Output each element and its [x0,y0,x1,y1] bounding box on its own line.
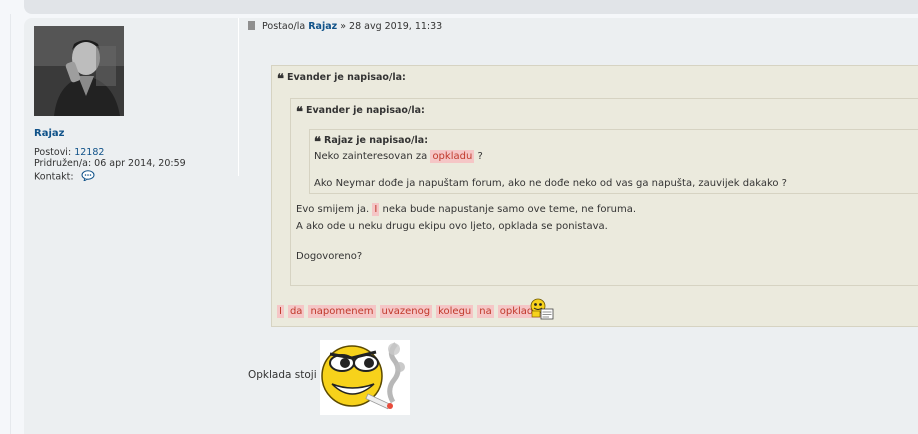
quote-icon: ❝ [314,135,321,150]
highlight-word: uvazenog [379,305,433,318]
previous-post-edge [24,0,918,14]
highlight-word: kolegu [436,305,474,318]
contact-line: Kontakt: [34,170,95,184]
profile-divider [238,18,239,176]
avatar[interactable] [34,26,124,116]
quote-inner-line1: Neko zainteresovan za opkladu ? [314,150,483,163]
smoking-smiley-icon [320,340,410,415]
post-date: » 28 avg 2019, 11:33 [340,21,443,32]
posts-count-link[interactable]: 12182 [74,147,104,158]
quote-middle: ❝ Evander je napisao/la: ❝ Rajaz je napisa… [290,98,918,286]
chat-bubble-icon[interactable] [81,170,95,184]
joined-label: Pridružen/a: [34,158,92,169]
quote-icon: ❝ [296,105,303,120]
quote-outer: ❝ Evander je napisao/la: ❝ Evander je napi… [271,65,918,327]
highlight-word: napomenem [308,305,376,318]
author-link[interactable]: Rajaz [308,21,337,32]
reply-text: Opklada stoji [248,369,317,381]
quote-icon: ❝ [277,72,284,87]
quote-middle-line3: Dogovoreno? [296,251,363,262]
joined-line: Pridružen/a: 06 apr 2014, 20:59 [34,158,186,169]
username[interactable]: Rajaz [34,128,64,139]
post-author-line: Postao/la Rajaz » 28 avg 2019, 11:33 [248,21,442,32]
quote-middle-line2: A ako ode u neku drugu ekipu ovo ljeto, … [296,221,608,232]
highlight-word: da [287,305,305,318]
page-border [10,14,11,434]
quote-middle-line1: Evo smijem ja. I neka bude napustanje sa… [296,203,637,216]
joined-date: 06 apr 2014, 20:59 [94,158,186,169]
post-file-icon[interactable] [248,21,255,30]
highlight-word: I [277,305,284,318]
quote-inner: ❝ Rajaz je napisao/la: Neko zainteresovan… [309,129,918,194]
quote-outer-line: Ida napomenem uvazenog kolegu na opkladu [277,305,546,318]
contact-label: Kontakt: [34,171,74,183]
posts-count-line: Postovi: 12182 [34,147,104,158]
quote-middle-cite: ❝ Evander je napisao/la: [296,105,425,120]
highlight-word: I [372,203,380,216]
quote-outer-cite: ❝ Evander je napisao/la: [277,72,406,87]
posted-label: Postao/la [262,21,306,32]
highlight-word: opkladu [430,150,475,163]
quote-inner-cite: ❝ Rajaz je napisao/la: [314,135,428,150]
quote-inner-line2: Ako Neymar dođe ja napuštam forum, ako n… [314,178,787,189]
betting-smiley-icon [529,297,555,321]
posts-label: Postovi: [34,147,72,158]
forum-post: Rajaz Postovi: 12182 Pridružen/a: 06 apr… [24,18,918,434]
highlight-word: na [477,305,494,318]
